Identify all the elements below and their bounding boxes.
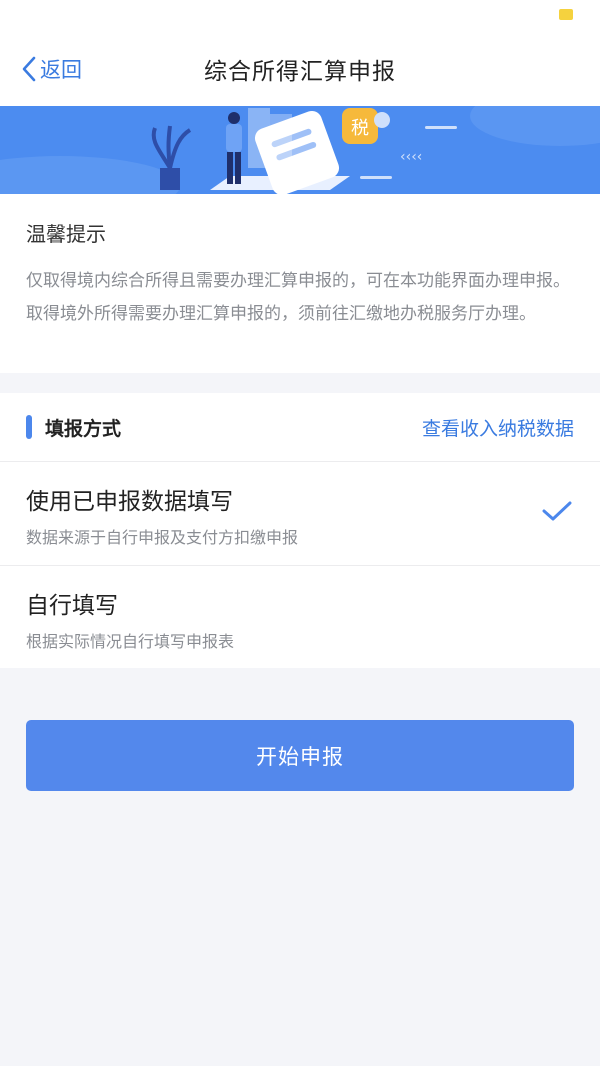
notice-body: 仅取得境内综合所得且需要办理汇算申报的，可在本功能界面办理申报。取得境外所得需要…	[26, 271, 570, 324]
option-title: 自行填写	[26, 593, 118, 619]
submit-area: 开始申报	[0, 668, 600, 791]
method-header: 填报方式 查看收入纳税数据	[0, 393, 600, 462]
page-title: 综合所得汇算申报	[204, 59, 396, 85]
status-bar	[0, 0, 600, 32]
option-desc: 数据来源于自行申报及支付方扣缴申报	[26, 528, 299, 547]
option-use-declared-data[interactable]: 使用已申报数据填写 数据来源于自行申报及支付方扣缴申报	[0, 462, 600, 565]
svg-text:‹‹‹‹: ‹‹‹‹	[400, 149, 422, 165]
view-income-tax-data-link[interactable]: 查看收入纳税数据	[422, 414, 574, 441]
chevron-left-icon	[22, 56, 36, 82]
notice-title: 温馨提示	[26, 222, 106, 246]
banner-illustration: 税 ‹‹‹‹	[0, 106, 600, 194]
checkmark-icon	[542, 501, 572, 521]
person-icon	[228, 112, 240, 124]
svg-text:税: 税	[351, 118, 369, 139]
notice-section: 温馨提示 仅取得境内综合所得且需要办理汇算申报的，可在本功能界面办理申报。取得境…	[0, 194, 600, 373]
section-divider	[0, 373, 600, 393]
start-declaration-button[interactable]: 开始申报	[26, 720, 574, 791]
back-label: 返回	[40, 58, 82, 82]
back-button[interactable]: 返回	[22, 54, 82, 84]
plant-pot-icon	[160, 168, 180, 190]
option-self-fill[interactable]: 自行填写 根据实际情况自行填写申报表	[0, 565, 600, 668]
banner: 税 ‹‹‹‹	[0, 106, 600, 194]
option-title: 使用已申报数据填写	[26, 489, 233, 515]
battery-icon	[559, 9, 573, 20]
nav-bar: 返回 综合所得汇算申报	[0, 32, 600, 106]
accent-bar	[26, 415, 32, 439]
option-desc: 根据实际情况自行填写申报表	[26, 632, 235, 651]
method-card: 填报方式 查看收入纳税数据 使用已申报数据填写 数据来源于自行申报及支付方扣缴申…	[0, 393, 600, 668]
method-title: 填报方式	[45, 417, 122, 440]
